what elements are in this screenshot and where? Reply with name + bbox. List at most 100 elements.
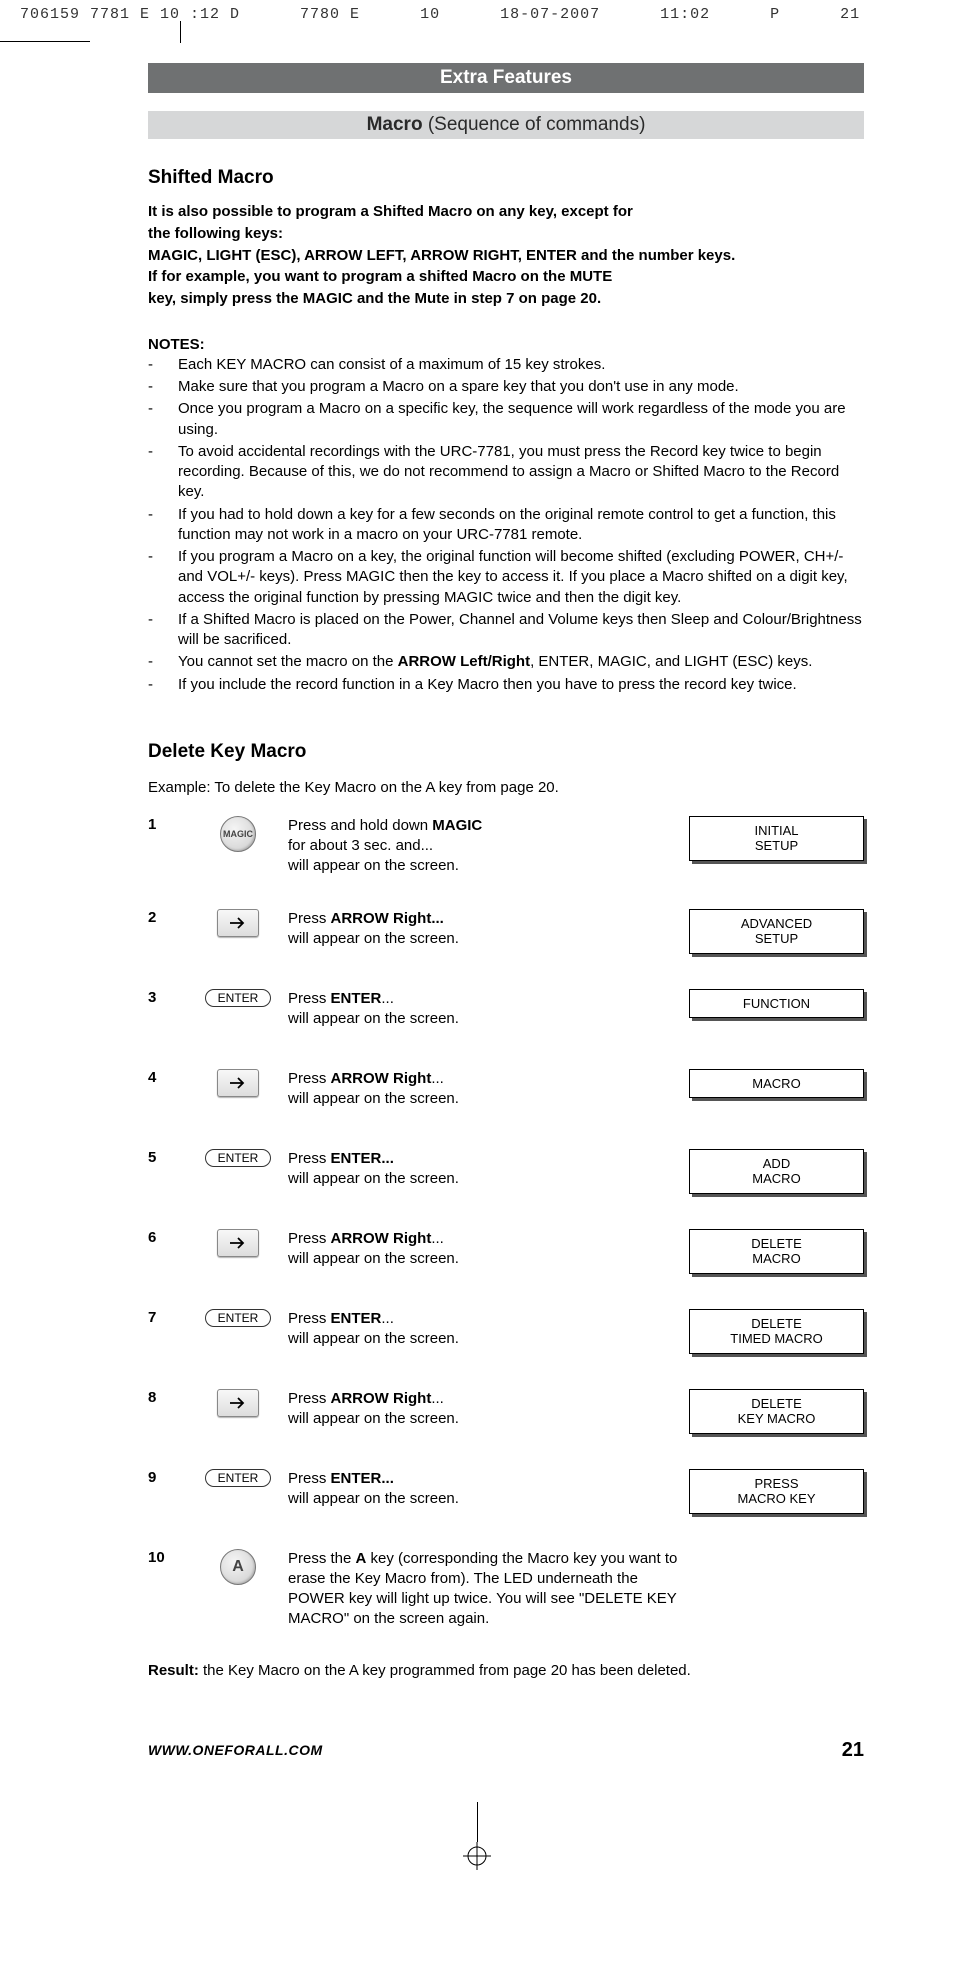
macro-band-bold: Macro xyxy=(367,114,423,135)
note-item: -If you include the record function in a… xyxy=(148,675,864,695)
macro-band-text: Macro (Sequence of commands) xyxy=(367,114,646,136)
step-number: 2 xyxy=(148,909,188,926)
enter-key-icon: ENTER xyxy=(205,989,272,1007)
note-item: -You cannot set the macro on the ARROW L… xyxy=(148,652,864,672)
step-text: Press ENTER...will appear on the screen. xyxy=(288,1469,689,1510)
shifted-macro-heading: Shifted Macro xyxy=(148,167,864,189)
arrow-right-icon xyxy=(217,1229,259,1257)
step-row: 5 ENTER Press ENTER...will appear on the s… xyxy=(148,1149,864,1197)
arrow-right-icon xyxy=(217,1389,259,1417)
step-row: 6Press ARROW Right...will appear on the … xyxy=(148,1229,864,1277)
note-item: -Make sure that you program a Macro on a… xyxy=(148,377,864,397)
step-screen: PRESSMACRO KEY xyxy=(689,1469,864,1514)
step-screen: DELETETIMED MACRO xyxy=(689,1309,864,1354)
step-icon-wrap: ENTER xyxy=(188,1469,288,1487)
enter-key-icon: ENTER xyxy=(205,1469,272,1487)
screen-box: FUNCTION xyxy=(689,989,864,1019)
step-row: 2 Press ARROW Right...will appear on the … xyxy=(148,909,864,957)
step-text: Press ARROW Right...will appear on the s… xyxy=(288,1229,689,1270)
note-text: If you include the record function in a … xyxy=(178,675,864,695)
intro-l4: If for example, you want to program a sh… xyxy=(148,268,612,285)
intro-l2: the following keys: xyxy=(148,225,283,242)
enter-key-icon: ENTER xyxy=(205,1309,272,1327)
macro-band-rest: (Sequence of commands) xyxy=(423,114,646,135)
note-text: Make sure that you program a Macro on a … xyxy=(178,377,864,397)
step-icon-wrap: A xyxy=(188,1549,288,1585)
note-text: If a Shifted Macro is placed on the Powe… xyxy=(178,610,864,651)
step-icon-wrap xyxy=(188,1389,288,1417)
footer-url: WWW.ONEFORALL.COM xyxy=(148,1742,323,1758)
screen-box: ADVANCEDSETUP xyxy=(689,909,864,954)
shifted-macro-intro: It is also possible to program a Shifted… xyxy=(148,201,864,310)
step-number: 9 xyxy=(148,1469,188,1486)
note-dash: - xyxy=(148,442,178,462)
step-number: 8 xyxy=(148,1389,188,1406)
page: 706159 7781 E 10 :12 D 7780 E 10 18-07-2… xyxy=(0,0,954,1930)
note-dash: - xyxy=(148,547,178,567)
note-item: -Once you program a Macro on a specific … xyxy=(148,399,864,440)
step-text: Press ENTER...will appear on the screen. xyxy=(288,1149,689,1190)
intro-l1: It is also possible to program a Shifted… xyxy=(148,203,633,220)
note-dash: - xyxy=(148,652,178,672)
content: Extra Features Macro (Sequence of comman… xyxy=(0,43,954,1679)
step-row: 9 ENTER Press ENTER...will appear on the s… xyxy=(148,1469,864,1517)
step-row: 4Press ARROW Right...will appear on the … xyxy=(148,1069,864,1117)
step-icon-wrap xyxy=(188,1229,288,1257)
step-number: 7 xyxy=(148,1309,188,1326)
step-icon-wrap: MAGIC xyxy=(188,816,288,852)
step-text: Press ENTER...will appear on the screen. xyxy=(288,1309,689,1350)
step-icon-wrap xyxy=(188,1069,288,1097)
step-row: 3ENTERPress ENTER...will appear on the s… xyxy=(148,989,864,1037)
step-row: 1MAGICPress and hold down MAGICfor about… xyxy=(148,816,864,877)
notes-title: NOTES: xyxy=(148,336,864,353)
step-icon-wrap: ENTER xyxy=(188,989,288,1007)
step-number: 1 xyxy=(148,816,188,833)
screen-box: INITIALSETUP xyxy=(689,816,864,861)
step-screen: MACRO xyxy=(689,1069,864,1099)
step-screen: DELETEMACRO xyxy=(689,1229,864,1274)
print-header-mid2: 10 xyxy=(420,6,440,23)
step-number: 5 xyxy=(148,1149,188,1166)
note-item: -Each KEY MACRO can consist of a maximum… xyxy=(148,355,864,375)
screen-box: DELETETIMED MACRO xyxy=(689,1309,864,1354)
note-dash: - xyxy=(148,675,178,695)
print-header-mid1: 7780 E xyxy=(300,6,360,23)
footer-page-number: 21 xyxy=(842,1739,864,1762)
note-dash: - xyxy=(148,377,178,397)
arrow-right-icon xyxy=(217,909,259,937)
steps-container: 1MAGICPress and hold down MAGICfor about… xyxy=(148,816,864,1630)
step-icon-wrap xyxy=(188,909,288,937)
registration-mark-icon xyxy=(463,1842,491,1870)
step-screen: INITIALSETUP xyxy=(689,816,864,861)
step-icon-wrap: ENTER xyxy=(188,1309,288,1327)
step-row: 10APress the A key (corresponding the Ma… xyxy=(148,1549,864,1630)
note-dash: - xyxy=(148,399,178,419)
extra-features-band: Extra Features xyxy=(148,63,864,93)
print-header-time: 11:02 xyxy=(660,6,710,23)
note-dash: - xyxy=(148,610,178,630)
bottom-crop xyxy=(0,1802,954,1870)
note-text: Once you program a Macro on a specific k… xyxy=(178,399,864,440)
step-text: Press and hold down MAGICfor about 3 sec… xyxy=(288,816,689,877)
screen-box: PRESSMACRO KEY xyxy=(689,1469,864,1514)
step-number: 3 xyxy=(148,989,188,1006)
note-item: -If you program a Macro on a key, the or… xyxy=(148,547,864,608)
step-row: 7 ENTER Press ENTER...will appear on the s… xyxy=(148,1309,864,1357)
step-text: Press the A key (corresponding the Macro… xyxy=(288,1549,689,1630)
result-line: Result: the Key Macro on the A key progr… xyxy=(148,1662,864,1679)
note-text: If you program a Macro on a key, the ori… xyxy=(178,547,864,608)
print-header-p: P xyxy=(770,6,780,23)
note-item: -If a Shifted Macro is placed on the Pow… xyxy=(148,610,864,651)
screen-box: DELETEMACRO xyxy=(689,1229,864,1274)
delete-example-line: Example: To delete the Key Macro on the … xyxy=(148,779,864,796)
enter-key-icon: ENTER xyxy=(205,1149,272,1167)
note-text: You cannot set the macro on the ARROW Le… xyxy=(178,652,864,672)
step-text: Press ARROW Right...will appear on the s… xyxy=(288,1389,689,1430)
step-number: 10 xyxy=(148,1549,188,1566)
note-text: To avoid accidental recordings with the … xyxy=(178,442,864,503)
screen-box: MACRO xyxy=(689,1069,864,1099)
step-text: Press ARROW Right...will appear on the s… xyxy=(288,909,689,950)
step-icon-wrap: ENTER xyxy=(188,1149,288,1167)
note-text: Each KEY MACRO can consist of a maximum … xyxy=(178,355,864,375)
crop-mark-horizontal xyxy=(0,41,90,42)
